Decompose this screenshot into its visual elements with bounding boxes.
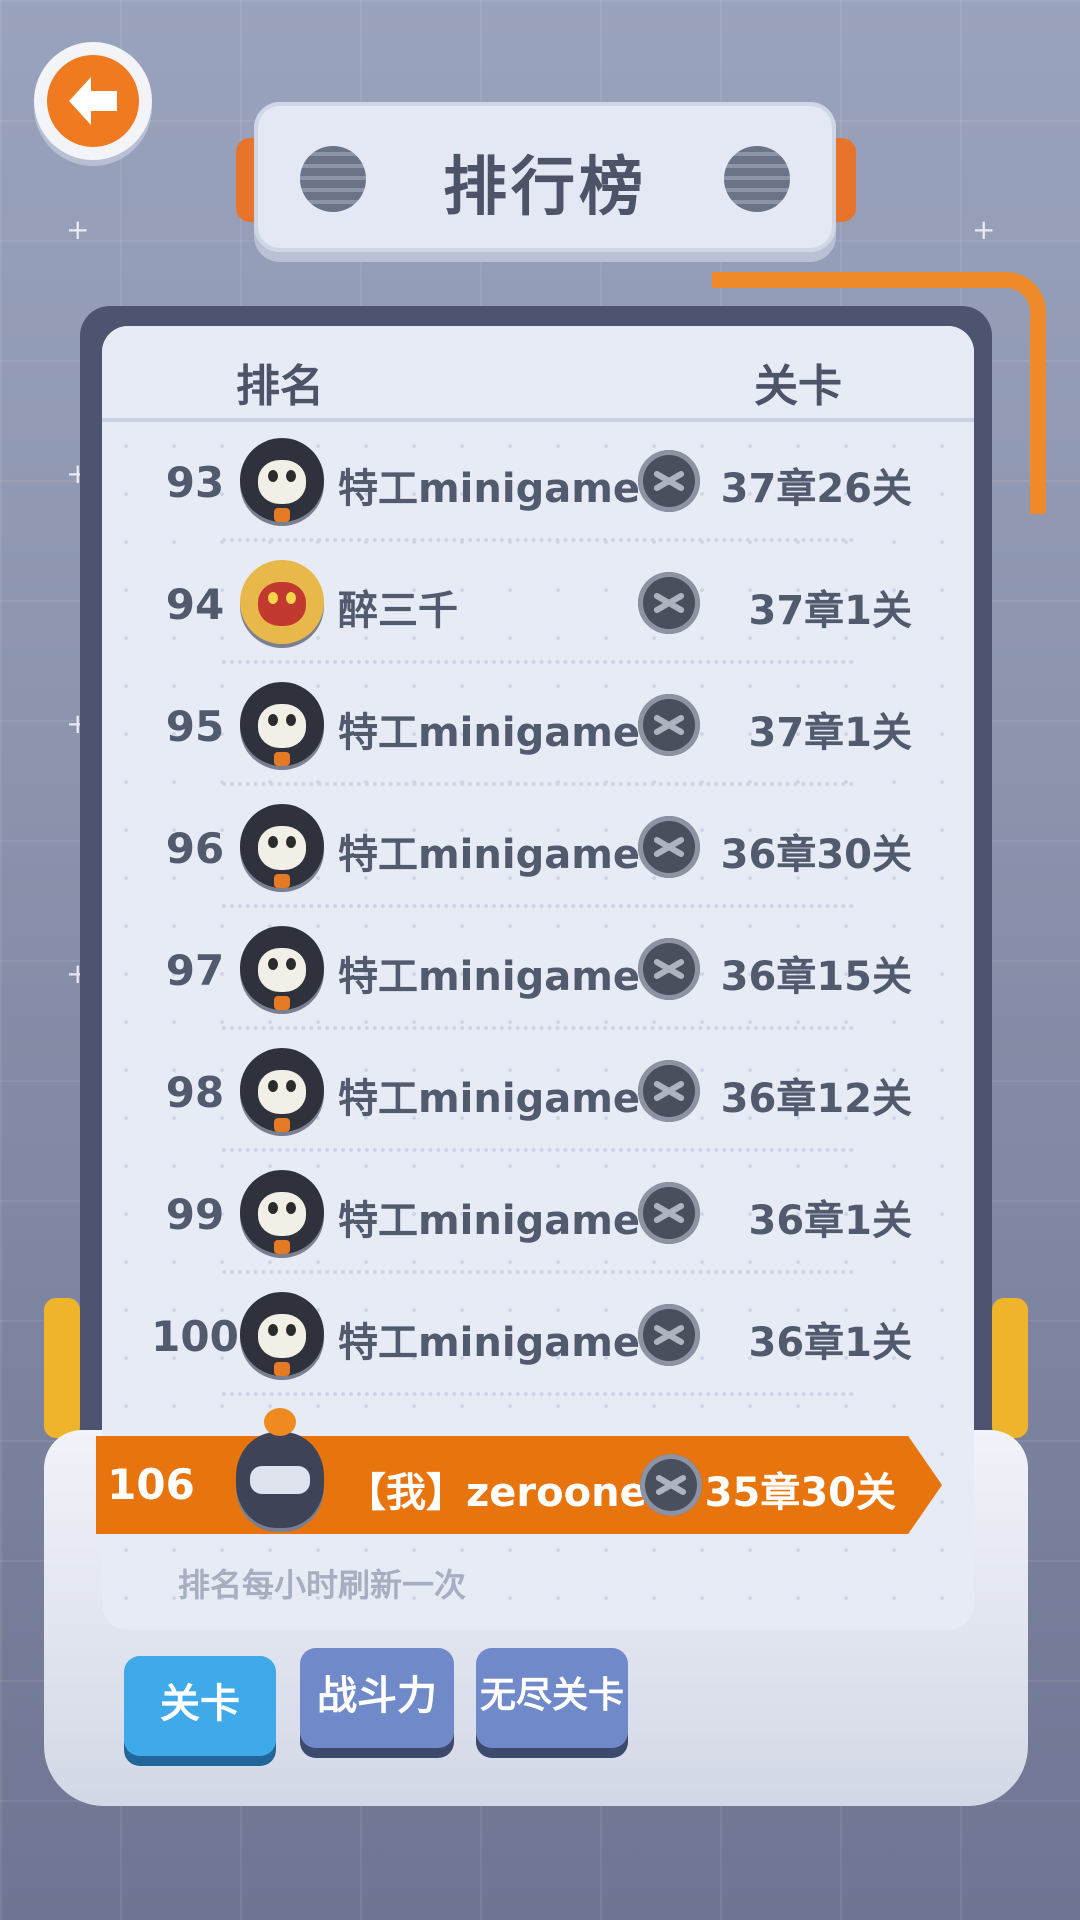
my-rank-number: 106 (107, 1460, 195, 1509)
avatar (240, 926, 324, 1010)
level-value: 37章1关 (748, 710, 913, 756)
level-value: 36章30关 (720, 832, 912, 878)
pumpkin-icon (264, 1408, 296, 1436)
crossed-swords-icon (638, 572, 700, 634)
list-item[interactable]: 96 特工minigame 36章30关 (102, 786, 974, 908)
level-value: 36章1关 (748, 1198, 913, 1244)
level-column-header: 关卡 (754, 361, 842, 412)
level-value: 37章26关 (720, 466, 912, 512)
player-name: 特工minigame (338, 1076, 641, 1122)
player-name: 特工minigame (338, 466, 641, 512)
tab-endless[interactable]: 无尽关卡 (476, 1648, 628, 1748)
crossed-swords-icon (638, 1060, 700, 1122)
list-item[interactable]: 97 特工minigame 36章15关 (102, 908, 974, 1030)
crossed-swords-icon (638, 1182, 700, 1244)
level-value: 36章1关 (748, 1320, 913, 1366)
player-name: 特工minigame (338, 1198, 641, 1244)
player-name: 特工minigame (338, 710, 641, 756)
avatar (240, 1048, 324, 1132)
list-item[interactable]: 99 特工minigame 36章1关 (102, 1152, 974, 1274)
list-item[interactable]: 98 特工minigame 36章12关 (102, 1030, 974, 1152)
level-value: 36章15关 (720, 954, 912, 1000)
avatar (240, 682, 324, 766)
list-item[interactable]: 95 特工minigame 37章1关 (102, 664, 974, 786)
rank-number: 96 (165, 824, 225, 873)
avatar (240, 1292, 324, 1376)
level-value: 36章12关 (720, 1076, 912, 1122)
row-divider (222, 1392, 854, 1396)
plus-decoration: + (66, 213, 90, 246)
avatar (240, 560, 324, 644)
list-item[interactable]: 94 醉三千 37章1关 (102, 542, 974, 664)
rank-number: 98 (165, 1068, 225, 1117)
my-level-value: 35章30关 (704, 1470, 896, 1516)
arrow-left-icon (47, 55, 139, 147)
tray-post-left (44, 1298, 80, 1438)
crossed-swords-icon (638, 1304, 700, 1366)
list-item[interactable]: 100 特工minigame 36章1关 (102, 1274, 974, 1396)
player-name: 特工minigame (338, 1320, 641, 1366)
avatar (240, 1170, 324, 1254)
player-name: 特工minigame (338, 832, 641, 878)
list-header: 排名 关卡 (102, 326, 974, 422)
title-plate: 排行榜 (254, 102, 836, 252)
avatar (240, 438, 324, 522)
tab-power[interactable]: 战斗力 (300, 1648, 454, 1748)
rank-number: 100 (151, 1312, 239, 1361)
my-avatar (236, 1408, 324, 1528)
rank-number: 94 (165, 580, 225, 629)
rank-number: 95 (165, 702, 225, 751)
crossed-swords-icon (638, 938, 700, 1000)
tray-post-right (992, 1298, 1028, 1438)
leaderboard-list[interactable]: 排名 关卡 93 特工minigame 37章26关 94 醉三千 37章1关 … (102, 326, 974, 1630)
list-item[interactable]: 93 特工minigame 37章26关 (102, 420, 974, 542)
crossed-swords-icon (638, 816, 700, 878)
rank-number: 97 (165, 946, 225, 995)
rank-column-header: 排名 (236, 361, 324, 412)
tab-level[interactable]: 关卡 (124, 1656, 276, 1756)
plus-decoration: + (972, 213, 996, 246)
my-player-name: 【我】zeroone (346, 1470, 647, 1516)
crossed-swords-icon (638, 694, 700, 756)
rank-number: 93 (165, 458, 225, 507)
my-rank-row[interactable]: 106 【我】zeroone 35章30关 (96, 1436, 942, 1534)
level-value: 37章1关 (748, 588, 913, 634)
avatar (240, 804, 324, 888)
crossed-swords-icon (640, 1454, 702, 1516)
refresh-note: 排名每小时刷新一次 (178, 1566, 467, 1604)
crossed-swords-icon (638, 450, 700, 512)
rank-number: 99 (165, 1190, 225, 1239)
back-button[interactable] (34, 42, 152, 160)
page-title: 排行榜 (443, 151, 647, 225)
player-name: 醉三千 (338, 588, 458, 634)
player-name: 特工minigame (338, 954, 641, 1000)
